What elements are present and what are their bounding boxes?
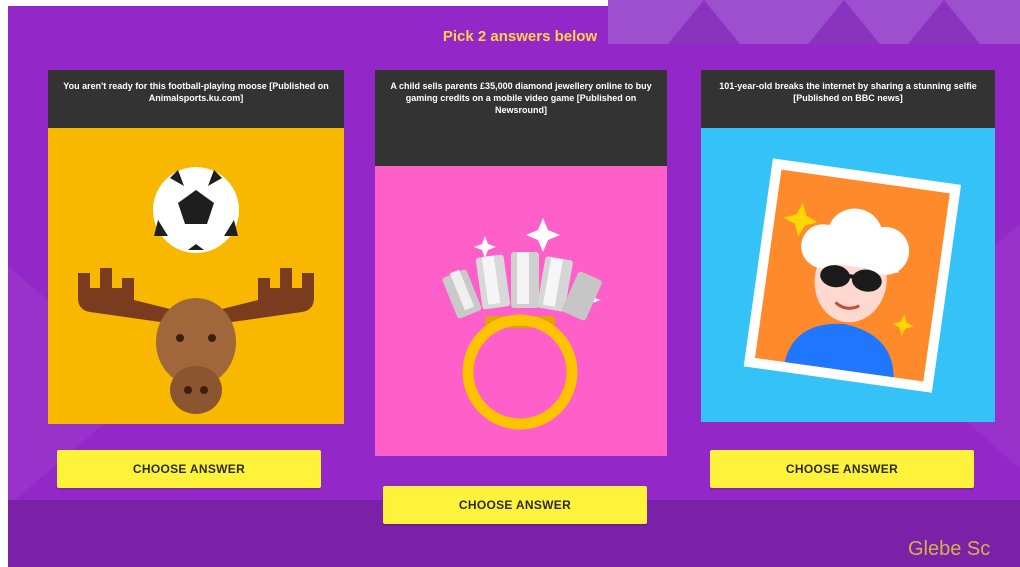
card-illustration xyxy=(48,128,344,424)
answer-card-ring[interactable]: A child sells parents £35,000 diamond je… xyxy=(375,70,667,456)
pick-answers-title: Pick 2 answers below xyxy=(442,28,598,45)
moose-with-football-icon xyxy=(78,167,314,414)
answer-card-selfie[interactable]: 101-year-old breaks the internet by shar… xyxy=(701,70,995,422)
selfie-photo-icon xyxy=(743,158,962,393)
diamond-ring-icon xyxy=(442,218,602,430)
card-caption: 101-year-old breaks the internet by shar… xyxy=(719,81,977,103)
answer-card-moose[interactable]: You aren't ready for this football-playi… xyxy=(48,70,344,424)
school-watermark: Glebe Sc xyxy=(908,538,991,560)
card-caption: You aren't ready for this football-playi… xyxy=(63,81,329,103)
card-illustration xyxy=(375,166,667,456)
quiz-screen: Pick 2 answers below You aren't ready fo… xyxy=(0,0,1020,567)
card-illustration xyxy=(701,128,995,422)
choose-answer-button-3[interactable]: CHOOSE ANSWER xyxy=(710,450,974,488)
card-caption: A child sells parents £35,000 diamond je… xyxy=(390,81,652,115)
choose-answer-button-1[interactable]: CHOOSE ANSWER xyxy=(57,450,321,488)
choose-answer-button-2[interactable]: CHOOSE ANSWER xyxy=(383,486,647,524)
